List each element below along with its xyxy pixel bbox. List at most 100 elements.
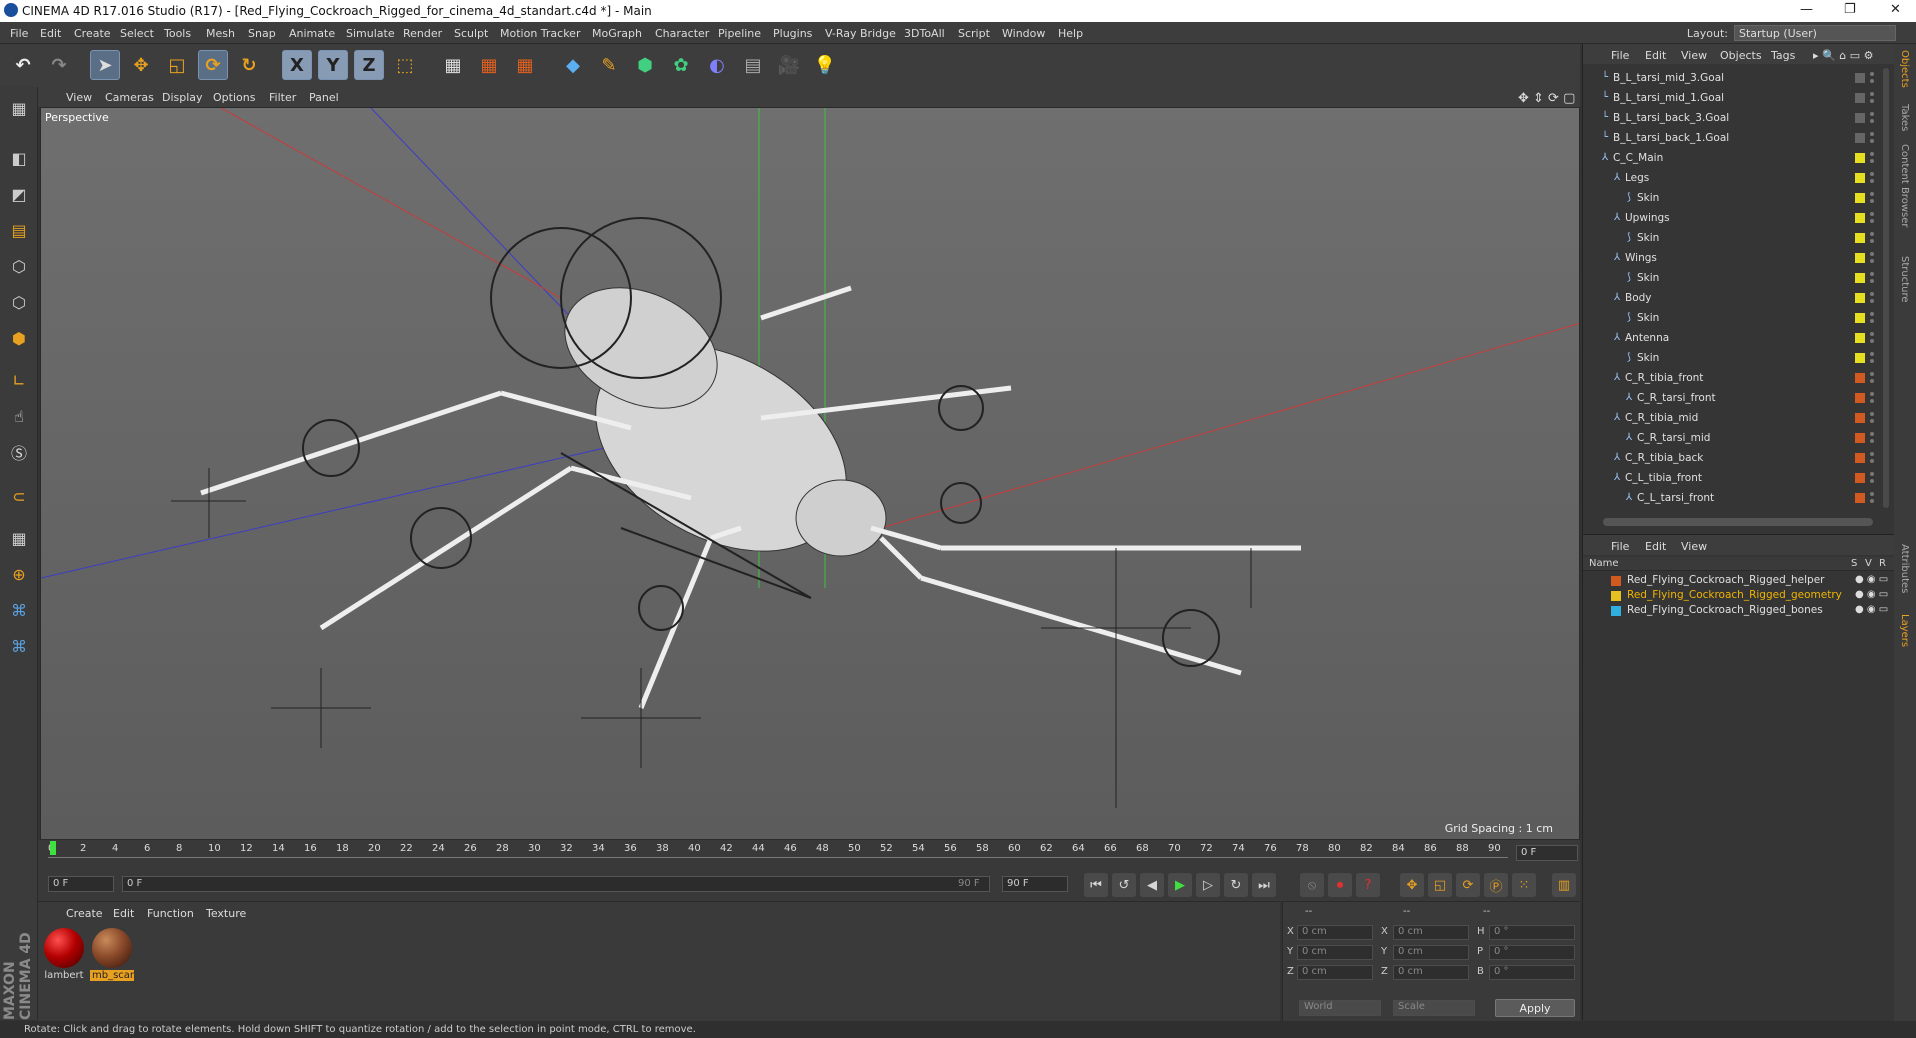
render-visibility-dot[interactable] <box>1870 159 1874 163</box>
object-row[interactable]: ⅄ Antenna <box>1583 328 1883 348</box>
layer-color-tag[interactable] <box>1855 413 1865 423</box>
editor-visibility-dot[interactable] <box>1870 392 1874 396</box>
layer-visibility-icons[interactable]: ● ◉ ▭ <box>1855 604 1888 615</box>
vp-menu-view[interactable]: View <box>66 91 92 104</box>
grid-snap-icon[interactable]: ⊕ <box>4 559 34 589</box>
render-visibility-dot[interactable] <box>1870 439 1874 443</box>
next-frame-icon[interactable]: ▷ <box>1196 873 1220 897</box>
menu-character[interactable]: Character <box>655 27 709 40</box>
render-visibility-dot[interactable] <box>1870 99 1874 103</box>
editor-visibility-dot[interactable] <box>1870 372 1874 376</box>
layer-color-tag[interactable] <box>1855 133 1865 143</box>
obj-menu-view[interactable]: View <box>1681 49 1707 62</box>
menu-vray-bridge[interactable]: V-Ray Bridge <box>825 27 896 40</box>
current-frame-field[interactable]: 0 F <box>1516 845 1578 861</box>
menu-help[interactable]: Help <box>1058 27 1083 40</box>
autokey-icon[interactable]: ⏺ <box>1328 873 1352 897</box>
menu-mograph[interactable]: MoGraph <box>592 27 642 40</box>
layer-row[interactable]: Red_Flying_Cockroach_Rigged_bones ● ◉ ▭ <box>1583 603 1895 618</box>
menu-simulate[interactable]: Simulate <box>346 27 395 40</box>
object-row[interactable]: ⅄ Upwings <box>1583 208 1883 228</box>
key-scale-icon[interactable]: ◱ <box>1428 873 1452 897</box>
editor-visibility-dot[interactable] <box>1870 112 1874 116</box>
render-view-icon[interactable]: ▦ <box>438 50 468 80</box>
object-row[interactable]: ⅄ C_R_tarsi_front <box>1583 388 1883 408</box>
timeline-ruler[interactable]: 0 2 4 6 8 10 12 14 16 18 20 22 24 26 28 … <box>38 840 1580 867</box>
layer-visibility-icons[interactable]: ● ◉ ▭ <box>1855 589 1888 600</box>
texture-mode-icon[interactable]: ◩ <box>4 179 34 209</box>
viewport-nav-icons[interactable]: ✥ ⇕ ⟳ ▢ <box>1518 91 1575 106</box>
model-mode-icon[interactable]: ◧ <box>4 143 34 173</box>
render-visibility-dot[interactable] <box>1870 379 1874 383</box>
editor-visibility-dot[interactable] <box>1870 352 1874 356</box>
object-row[interactable]: ⟆ Skin <box>1583 188 1883 208</box>
recent-tools-icon[interactable]: ↻ <box>234 50 264 80</box>
render-visibility-dot[interactable] <box>1870 199 1874 203</box>
go-to-start-icon[interactable]: ⏮ <box>1084 873 1108 897</box>
maximize-icon[interactable]: ❐ <box>1844 2 1856 17</box>
size-y-field[interactable]: 0 cm <box>1393 945 1469 960</box>
vp-menu-options[interactable]: Options <box>213 91 255 104</box>
menu-file[interactable]: File <box>10 27 28 40</box>
menu-window[interactable]: Window <box>1002 27 1045 40</box>
layout-select[interactable]: Startup (User) <box>1734 25 1896 41</box>
render-visibility-dot[interactable] <box>1870 499 1874 503</box>
pos-y-field[interactable]: 0 cm <box>1297 945 1373 960</box>
editor-visibility-dot[interactable] <box>1870 432 1874 436</box>
object-row[interactable]: ⟆ Skin <box>1583 268 1883 288</box>
editor-visibility-dot[interactable] <box>1870 252 1874 256</box>
layer-color-tag[interactable] <box>1855 373 1865 383</box>
go-to-end-icon[interactable]: ⏭ <box>1252 873 1276 897</box>
record-keys-icon[interactable]: ⦸ <box>1300 873 1324 897</box>
layer-color-tag[interactable] <box>1855 193 1865 203</box>
layer-color-tag[interactable] <box>1855 173 1865 183</box>
menu-animate[interactable]: Animate <box>289 27 335 40</box>
size-x-field[interactable]: 0 cm <box>1393 925 1469 940</box>
layer-color-tag[interactable] <box>1855 233 1865 243</box>
layer-color-swatch[interactable] <box>1611 606 1621 616</box>
editor-visibility-dot[interactable] <box>1870 272 1874 276</box>
render-visibility-dot[interactable] <box>1870 119 1874 123</box>
deformer-icon[interactable]: ◐ <box>702 50 732 80</box>
layer-menu-file[interactable]: File <box>1611 540 1629 553</box>
rot-b-field[interactable]: 0 ° <box>1489 965 1575 980</box>
end-frame-field[interactable]: 90 F <box>1002 876 1068 892</box>
render-visibility-dot[interactable] <box>1870 399 1874 403</box>
object-row[interactable]: ⅄ C_R_tibia_mid <box>1583 408 1883 428</box>
editor-visibility-dot[interactable] <box>1870 472 1874 476</box>
move-icon[interactable]: ✥ <box>126 50 156 80</box>
menu-snap[interactable]: Snap <box>248 27 276 40</box>
pos-z-field[interactable]: 0 cm <box>1297 965 1373 980</box>
scale-icon[interactable]: ◱ <box>162 50 192 80</box>
object-row[interactable]: ⟆ Skin <box>1583 228 1883 248</box>
coordinate-system-icon[interactable]: ⬚ <box>390 50 420 80</box>
mat-menu-function[interactable]: Function <box>147 907 194 920</box>
playhead[interactable] <box>50 841 56 855</box>
timeline-window-icon[interactable]: ▥ <box>1552 873 1576 897</box>
make-editable-icon[interactable]: ▦ <box>4 93 34 123</box>
menu-select[interactable]: Select <box>120 27 154 40</box>
menu-script[interactable]: Script <box>958 27 990 40</box>
material-swatch[interactable]: mb_scar <box>90 928 134 981</box>
camera-icon[interactable]: 🎥 <box>774 50 804 80</box>
preview-range-slider[interactable]: 0 F <box>122 876 990 892</box>
layer-color-tag[interactable] <box>1855 493 1865 503</box>
timeline-track[interactable] <box>48 857 1508 863</box>
cloner-icon[interactable]: ✿ <box>666 50 696 80</box>
menu-create[interactable]: Create <box>74 27 111 40</box>
object-row[interactable]: ⅄ Legs <box>1583 168 1883 188</box>
points-mode-icon[interactable]: ⬡ <box>4 251 34 281</box>
previous-key-icon[interactable]: ↺ <box>1112 873 1136 897</box>
object-vscrollbar[interactable] <box>1883 68 1889 508</box>
side-tab-takes[interactable]: Takes <box>1899 104 1910 131</box>
side-tab-structure[interactable]: Structure <box>1899 256 1910 303</box>
pos-x-field[interactable]: 0 cm <box>1297 925 1373 940</box>
tweak-mode-icon[interactable]: ☝ <box>4 401 34 431</box>
key-rotation-icon[interactable]: ⟳ <box>1456 873 1480 897</box>
mat-menu-create[interactable]: Create <box>66 907 103 920</box>
render-visibility-dot[interactable] <box>1870 219 1874 223</box>
editor-visibility-dot[interactable] <box>1870 172 1874 176</box>
python-icon[interactable]: ⌘ <box>4 595 34 625</box>
vp-menu-filter[interactable]: Filter <box>269 91 296 104</box>
light-icon[interactable]: 💡 <box>810 50 840 80</box>
